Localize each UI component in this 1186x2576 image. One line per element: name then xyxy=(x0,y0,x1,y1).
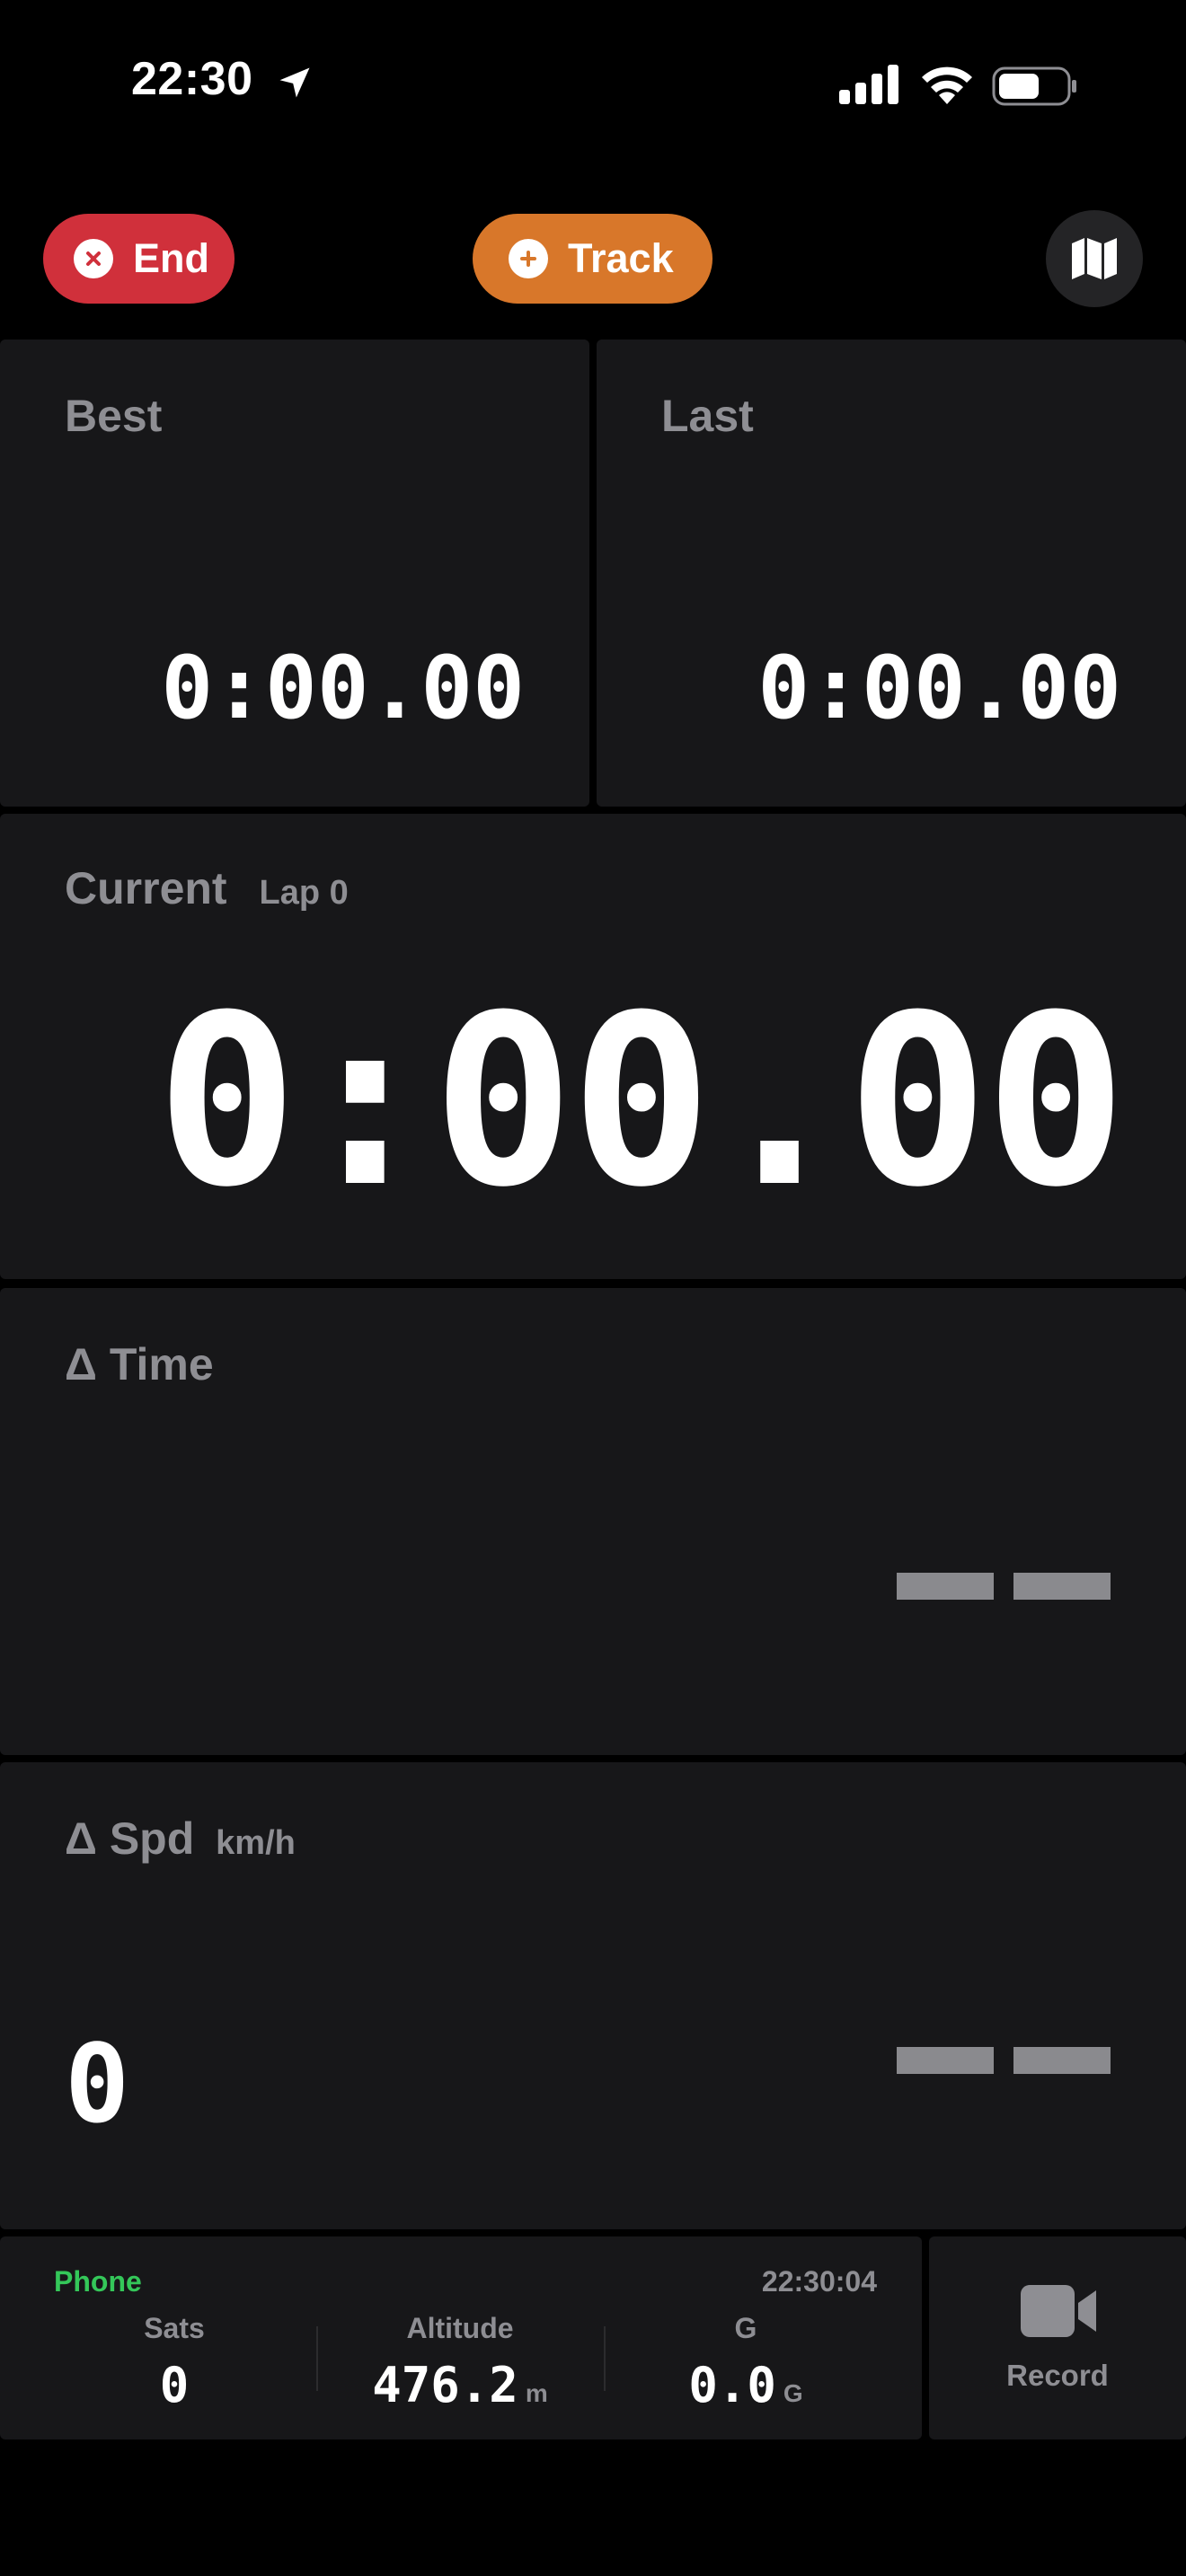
delta-time-label: Δ Time xyxy=(65,1339,214,1389)
best-lap-panel: Best 0:00.00 xyxy=(0,340,589,807)
map-icon xyxy=(1072,238,1117,279)
sats-value: 0 xyxy=(159,2357,190,2413)
delta-speed-unit: km/h xyxy=(216,1824,296,1862)
info-divider xyxy=(316,2326,318,2391)
last-lap-time: 0:00.00 xyxy=(757,638,1121,738)
info-divider xyxy=(604,2326,606,2391)
altitude-value: 476.2 xyxy=(372,2357,518,2413)
location-arrow-icon xyxy=(279,67,310,98)
altitude-reading: 476.2 m xyxy=(334,2357,586,2413)
delta-time-placeholder-dash xyxy=(1013,1573,1111,1600)
current-lap-panel: Current Lap 0 0:00.00 xyxy=(0,814,1186,1279)
best-label: Best xyxy=(65,391,163,441)
status-time: 22:30 xyxy=(131,53,253,105)
altitude-unit: m xyxy=(525,2379,548,2407)
g-label: G xyxy=(734,2312,757,2344)
delta-time-panel: Δ Time xyxy=(0,1288,1186,1755)
current-label-text: Current xyxy=(65,863,227,913)
g-force-value: 0.0 xyxy=(688,2357,776,2413)
altitude-label: Altitude xyxy=(406,2312,514,2344)
gps-clock: 22:30:04 xyxy=(761,2265,877,2298)
record-label: Record xyxy=(1006,2359,1109,2392)
wifi-icon xyxy=(922,66,972,104)
last-lap-panel: Last 0:00.00 xyxy=(597,340,1186,807)
close-circle-icon xyxy=(74,239,113,278)
map-button[interactable] xyxy=(1046,210,1143,307)
delta-time-placeholder-dash xyxy=(897,1573,994,1600)
cellular-signal-icon xyxy=(839,65,898,104)
video-camera-icon xyxy=(1021,2285,1096,2337)
end-button[interactable]: End xyxy=(43,214,235,304)
lap-number: Lap 0 xyxy=(259,874,349,912)
g-force-unit: G xyxy=(783,2379,803,2407)
record-button[interactable]: Record xyxy=(929,2236,1186,2439)
sats-label: Sats xyxy=(144,2312,205,2344)
delta-speed-placeholder-dash xyxy=(1013,2047,1111,2074)
data-source-label: Phone xyxy=(54,2265,142,2298)
add-circle-icon xyxy=(509,239,548,278)
last-label: Last xyxy=(661,391,754,441)
track-button[interactable]: Track xyxy=(473,214,712,304)
best-lap-time: 0:00.00 xyxy=(161,638,525,738)
end-button-label: End xyxy=(133,235,209,281)
current-label: Current Lap 0 xyxy=(65,866,349,911)
track-button-label: Track xyxy=(568,235,674,281)
battery-icon xyxy=(992,66,1076,106)
g-force-reading: 0.0 G xyxy=(656,2357,836,2413)
delta-speed-label-text: Δ Spd xyxy=(65,1813,195,1864)
delta-speed-label: Δ Spd km/h xyxy=(65,1816,296,1861)
delta-speed-value: 0 xyxy=(65,2023,130,2148)
delta-speed-placeholder-dash xyxy=(897,2047,994,2074)
current-lap-time: 0:00.00 xyxy=(155,965,1127,1239)
delta-speed-panel: Δ Spd km/h 0 xyxy=(0,1762,1186,2229)
